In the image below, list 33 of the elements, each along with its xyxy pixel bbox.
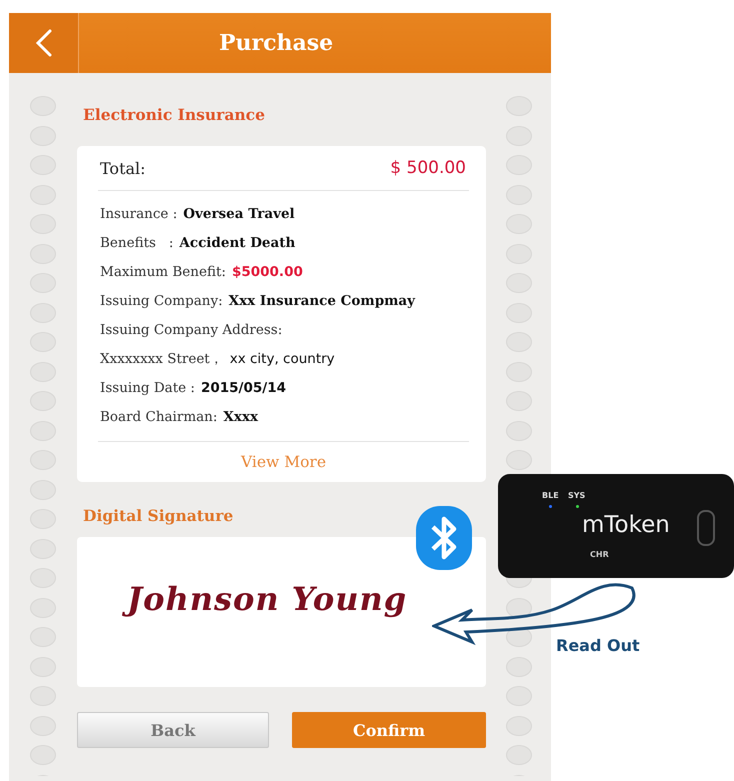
led-label: BLE [542, 491, 559, 500]
port-label: CHR [590, 550, 609, 559]
back-button[interactable] [9, 13, 79, 73]
detail-label: Insurance : [100, 206, 178, 222]
detail-label: Maximum Benefit: [100, 264, 226, 280]
led-icon [549, 505, 552, 508]
detail-value: Accident Death [179, 234, 296, 250]
led-label: SYS [568, 491, 586, 500]
detail-label: Benefits : [100, 234, 174, 250]
detail-label: Issuing Company: [100, 292, 223, 308]
signature-text: Johnson Young [123, 575, 416, 623]
detail-label: Board Chairman: [100, 408, 218, 424]
back-button[interactable]: Back [77, 712, 269, 748]
arrow-label: Read Out [556, 636, 640, 655]
detail-label: Xxxxxxxx Street， [100, 350, 224, 368]
device-logo: mToken [582, 512, 670, 538]
led-icon [576, 505, 579, 508]
detail-value: $5000.00 [232, 264, 303, 280]
detail-value: 2015/05/14 [200, 380, 286, 396]
detail-value: xx city, country [230, 350, 335, 366]
view-more-link[interactable]: View More [98, 442, 469, 482]
detail-label: Issuing Date : [100, 380, 195, 396]
detail-value: Xxxx [223, 408, 258, 424]
section-title: Electronic Insurance [83, 105, 266, 124]
detail-label: Issuing Company Address: [100, 322, 282, 338]
detail-value: Xxx Insurance Compmay [228, 292, 416, 308]
detail-value: Oversea Travel [183, 206, 295, 222]
section-title: Digital Signature [83, 506, 234, 525]
confirm-button[interactable]: Confirm [292, 712, 486, 748]
page-title: Purchase [219, 30, 334, 56]
total-label: Total: [100, 158, 146, 178]
total-amount: $ 500.00 [390, 158, 466, 178]
switch-icon [697, 510, 715, 546]
